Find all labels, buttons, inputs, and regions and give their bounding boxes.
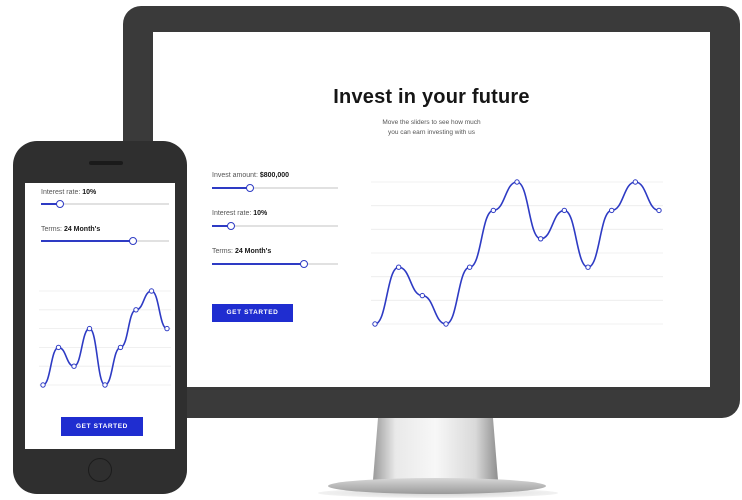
get-started-button[interactable]: GET STARTED (212, 304, 293, 322)
page-title: Invest in your future (333, 86, 530, 108)
mobile-terms-label: Terms: 24 Month's (41, 226, 101, 233)
slider-fill (212, 263, 304, 265)
subtitle-line-2: you can earn investing with us (387, 129, 476, 136)
data-point (632, 179, 639, 185)
invest-amount-slider[interactable] (212, 184, 338, 192)
data-point (133, 307, 139, 313)
data-point (466, 264, 473, 270)
slider-handle[interactable] (245, 184, 254, 192)
interest-rate-slider[interactable] (212, 222, 338, 230)
data-point (148, 288, 155, 294)
interest-rate-value: 10% (253, 210, 268, 217)
terms-slider[interactable] (212, 260, 338, 268)
data-point (656, 207, 662, 214)
mobile-earnings-chart (39, 288, 171, 388)
data-point (514, 179, 520, 185)
slider-handle[interactable] (226, 222, 235, 230)
data-point (419, 292, 426, 299)
monitor-stand-base (328, 478, 546, 494)
data-point (490, 207, 497, 214)
slider-handle[interactable] (56, 200, 65, 208)
slider-handle[interactable] (129, 237, 138, 245)
desktop-monitor: Invest in your future Move the sliders t… (123, 6, 740, 418)
data-point (40, 382, 46, 388)
data-point (55, 344, 62, 351)
interest-rate-label: Interest rate: 10% (212, 210, 268, 217)
earnings-chart (371, 179, 663, 327)
data-point (117, 344, 124, 351)
mobile-phone: Interest rate: 10% Terms: 24 Month's GET… (13, 141, 187, 494)
page-subtitle: Move the sliders to see how much you can… (153, 118, 710, 138)
data-point (608, 207, 615, 214)
slider-fill (212, 187, 250, 189)
slider-handle[interactable] (299, 260, 308, 268)
subtitle-line-1: Move the sliders to see how much (382, 119, 481, 126)
data-point (372, 321, 378, 327)
phone-speaker (89, 161, 123, 165)
mobile-screen: Interest rate: 10% Terms: 24 Month's GET… (25, 183, 175, 449)
data-point (164, 325, 170, 332)
data-point (537, 236, 544, 242)
mobile-terms-slider[interactable] (41, 237, 169, 245)
data-point (585, 264, 591, 270)
slider-fill (41, 240, 134, 242)
mobile-interest-rate-value: 10% (82, 189, 97, 196)
monitor-stand-neck (373, 418, 498, 480)
mobile-terms-value: 24 Month's (63, 226, 101, 233)
data-point (443, 321, 449, 327)
invest-amount-value: $800,000 (259, 172, 290, 179)
terms-label: Terms: 24 Month's (212, 248, 272, 255)
series-line (42, 290, 168, 386)
mobile-interest-rate-label: Interest rate: 10% (41, 189, 97, 196)
data-point (102, 382, 108, 388)
data-point (395, 264, 402, 270)
mobile-get-started-button[interactable]: GET STARTED (61, 417, 143, 436)
desktop-screen: Invest in your future Move the sliders t… (153, 32, 710, 387)
data-point (561, 207, 568, 214)
home-button[interactable] (88, 458, 112, 482)
mobile-interest-rate-slider[interactable] (41, 200, 169, 208)
data-point (86, 325, 93, 332)
invest-amount-label: Invest amount: $800,000 (212, 172, 290, 179)
data-point (71, 363, 77, 369)
terms-value: 24 Month's (234, 248, 272, 255)
